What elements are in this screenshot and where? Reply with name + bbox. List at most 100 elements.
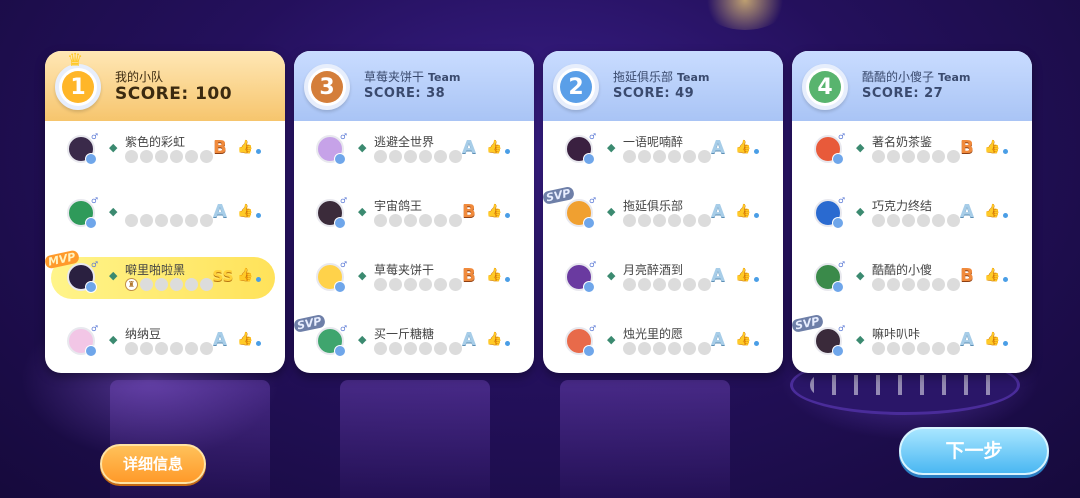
player-row[interactable]: ♂ ◆ 烛光里的愿 A 👍 <box>543 324 783 357</box>
details-button[interactable]: 详细信息 <box>100 444 206 484</box>
team-name: 草莓夹饼干 Team <box>364 68 460 85</box>
team-card-header: 2 拖延俱乐部 Team SCORE: 49 <box>543 51 783 121</box>
item-slot <box>389 150 402 163</box>
player-row[interactable]: ♂ SVP ◆ 嘛咔叭咔 A 👍 <box>792 313 1032 357</box>
gem-icon: ◆ <box>109 141 118 154</box>
team-name: 酷酷的小傻子 Team <box>862 68 970 85</box>
gender-icon: ♂ <box>838 324 846 333</box>
gem-icon: ◆ <box>856 333 865 346</box>
item-slot <box>125 342 138 355</box>
thumbs-up-icon[interactable]: 👍 <box>984 140 1000 156</box>
grade-badge: A <box>960 329 974 350</box>
item-slot <box>125 214 138 227</box>
player-name: 紫色的彩虹 <box>125 135 186 149</box>
rank-badge: 4 <box>802 64 848 110</box>
thumbs-up-icon[interactable]: 👍 <box>486 268 502 284</box>
player-list: ♂ ◆ 逃避全世界 A 👍 ♂ ◆ 宇宙鸽王 B 👍 ♂ ◆ 草莓夹饼干 B 👍 ♂ SVP ◆ 买一斤糖糖 A 👍 <box>294 121 534 373</box>
thumbs-up-icon[interactable]: 👍 <box>237 204 253 220</box>
player-row[interactable]: ♂ ◆ A 👍 <box>45 196 285 229</box>
rank-number: 1 <box>62 71 94 103</box>
thumbs-up-icon[interactable]: 👍 <box>486 140 502 156</box>
player-row[interactable]: ♂ ◆ 酷酷的小傻 B 👍 <box>792 260 1032 293</box>
thumbs-up-icon[interactable]: 👍 <box>735 140 751 156</box>
gem-icon: ◆ <box>607 205 616 218</box>
item-slot <box>653 278 666 291</box>
grade-badge: A <box>462 329 476 350</box>
player-row[interactable]: ♂ ◆ 逃避全世界 A 👍 <box>294 132 534 165</box>
grade-badge: SS <box>212 267 234 285</box>
like-indicator-dot <box>1003 341 1008 346</box>
team-card-header: 1 ♛ 我的小队 SCORE: 100 <box>45 51 285 121</box>
team-card: 1 ♛ 我的小队 SCORE: 100 ♂ ◆ 紫色的彩虹 B 👍 ♂ ◆ A 👍 ♂ MVP ◆ 噼里啪啦黑 ♜… <box>45 51 285 373</box>
player-row[interactable]: ♂ MVP ◆ 噼里啪啦黑 ♜ SS 👍 <box>45 249 285 299</box>
grade-badge: A <box>711 329 725 350</box>
item-slot <box>434 278 447 291</box>
item-slot <box>653 342 666 355</box>
level-badge-icon <box>832 217 844 229</box>
grade-badge: B <box>462 265 476 286</box>
next-step-button[interactable]: 下一步 <box>899 427 1049 475</box>
item-slot <box>374 150 387 163</box>
player-row[interactable]: ♂ ◆ 月亮醉酒到 A 👍 <box>543 260 783 293</box>
thumbs-up-icon[interactable]: 👍 <box>237 332 253 348</box>
gender-icon: ♂ <box>91 132 99 141</box>
gem-icon: ◆ <box>358 269 367 282</box>
player-row[interactable]: ♂ ◆ 紫色的彩虹 B 👍 <box>45 132 285 165</box>
player-name: 纳纳豆 <box>125 327 162 341</box>
gem-icon: ◆ <box>856 205 865 218</box>
item-slot <box>683 150 696 163</box>
item-slot <box>668 214 681 227</box>
item-slot <box>389 214 402 227</box>
player-row[interactable]: ♂ SVP ◆ 买一斤糖糖 A 👍 <box>294 313 534 357</box>
item-slot <box>872 278 885 291</box>
item-slot <box>185 342 198 355</box>
player-name: 噼里啪啦黑 <box>125 263 186 277</box>
team-name-suffix: Team <box>428 71 461 84</box>
level-badge-icon <box>85 281 97 293</box>
player-name: 嘛咔叭咔 <box>872 327 921 341</box>
item-slot <box>683 342 696 355</box>
like-indicator-dot <box>505 341 510 346</box>
player-row[interactable]: ♂ ◆ 著名奶茶鉴 B 👍 <box>792 132 1032 165</box>
item-slots <box>872 214 960 227</box>
player-row[interactable]: ♂ ◆ 巧克力终结 A 👍 <box>792 196 1032 229</box>
thumbs-up-icon[interactable]: 👍 <box>486 332 502 348</box>
gender-icon: ♂ <box>340 196 348 205</box>
gem-icon: ◆ <box>358 141 367 154</box>
gender-icon: ♂ <box>91 324 99 333</box>
item-slot <box>185 150 198 163</box>
item-slot <box>404 214 417 227</box>
level-badge-icon <box>832 345 844 357</box>
thumbs-up-icon[interactable]: 👍 <box>237 140 253 156</box>
thumbs-up-icon[interactable]: 👍 <box>486 204 502 220</box>
player-row[interactable]: ♂ ◆ 草莓夹饼干 B 👍 <box>294 260 534 293</box>
item-slots <box>623 342 711 355</box>
item-slots <box>125 342 213 355</box>
player-row[interactable]: ♂ ◆ 纳纳豆 A 👍 <box>45 324 285 357</box>
gender-icon: ♂ <box>589 132 597 141</box>
rank-badge: 2 <box>553 64 599 110</box>
item-slots <box>623 278 711 291</box>
thumbs-up-icon[interactable]: 👍 <box>984 268 1000 284</box>
thumbs-up-icon[interactable]: 👍 <box>984 332 1000 348</box>
player-row[interactable]: ♂ ◆ 宇宙鸽王 B 👍 <box>294 196 534 229</box>
thumbs-up-icon[interactable]: 👍 <box>735 268 751 284</box>
item-slot <box>140 342 153 355</box>
thumbs-up-icon[interactable]: 👍 <box>984 204 1000 220</box>
grade-badge: B <box>960 137 974 158</box>
item-slots <box>872 150 960 163</box>
player-list: ♂ ◆ 一语呢喃醉 A 👍 ♂ SVP ◆ 拖延俱乐部 A 👍 ♂ ◆ 月亮醉酒到 A 👍 ♂ ◆ 烛光里的愿 A 👍 <box>543 121 783 373</box>
thumbs-up-icon[interactable]: 👍 <box>735 332 751 348</box>
rank-number: 3 <box>311 71 343 103</box>
item-slot <box>872 342 885 355</box>
level-badge-icon <box>583 345 595 357</box>
player-row[interactable]: ♂ SVP ◆ 拖延俱乐部 A 👍 <box>543 185 783 229</box>
item-slot <box>374 214 387 227</box>
item-slots <box>374 342 462 355</box>
player-row[interactable]: ♂ ◆ 一语呢喃醉 A 👍 <box>543 132 783 165</box>
item-slot <box>932 342 945 355</box>
gem-icon: ◆ <box>607 141 616 154</box>
grade-badge: A <box>462 137 476 158</box>
thumbs-up-icon[interactable]: 👍 <box>735 204 751 220</box>
thumbs-up-icon[interactable]: 👍 <box>237 268 253 284</box>
